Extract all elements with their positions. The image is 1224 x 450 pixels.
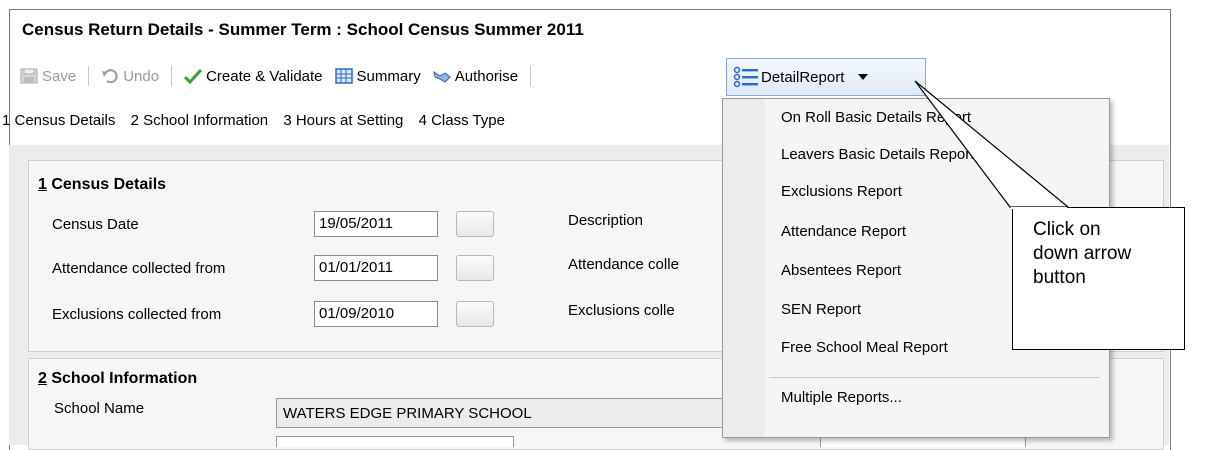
callout-pointer-shape	[914, 80, 1070, 208]
callout-pointer	[914, 80, 1070, 209]
